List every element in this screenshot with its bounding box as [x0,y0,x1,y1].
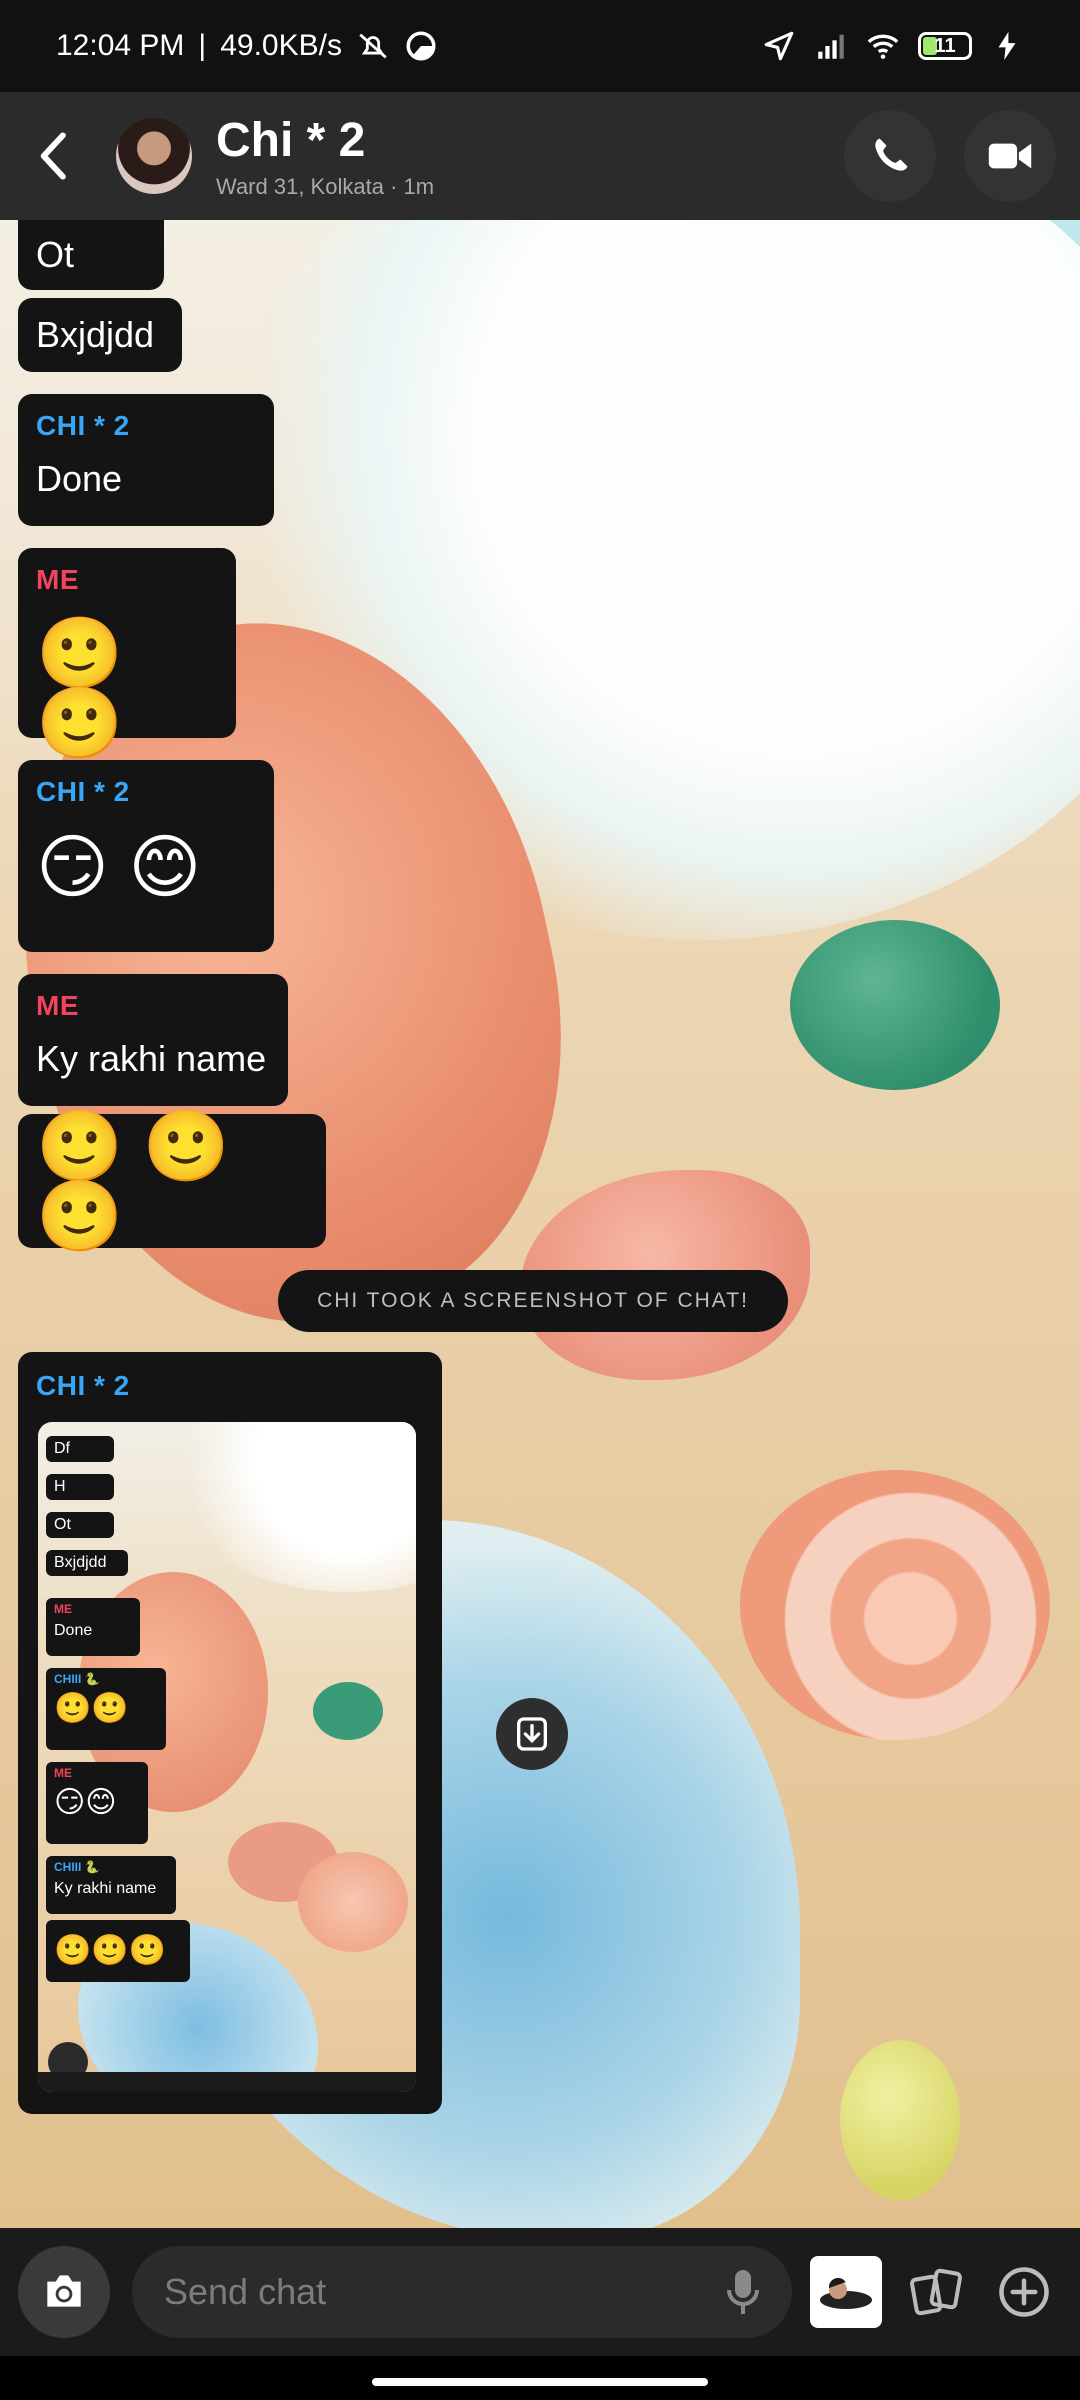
message-bubble[interactable]: Bxjdjdd [18,298,182,372]
message-bubble[interactable]: CHI * 2 Done [18,394,274,526]
preview-item: CHIII 🐍 🙂🙂 [46,1668,166,1750]
save-icon [517,1717,547,1751]
bitmoji-icon [820,2277,872,2309]
screenshot-notice: CHI TOOK A SCREENSHOT OF CHAT! [278,1270,788,1332]
bitmoji-sticker-button[interactable] [810,2256,882,2328]
status-speed: 49.0KB/s [220,29,342,62]
home-indicator[interactable] [372,2378,708,2386]
send-chat-field[interactable] [164,2271,726,2313]
message-text: Done [36,458,123,499]
chat-subtitle: Ward 31, Kolkata · 1m [216,173,435,199]
camera-button[interactable] [18,2246,110,2338]
charging-icon [998,31,1016,61]
battery-indicator: 11 [918,32,972,60]
sender-label: CHI * 2 [36,1370,130,1401]
sender-label: ME [36,990,79,1021]
location-icon [764,31,794,61]
phone-icon [875,138,908,171]
message-bubble[interactable]: 🙂 🙂 🙂 [18,1107,326,1255]
sender-label: CHI * 2 [36,776,130,807]
location-label: Ward 31, Kolkata [216,173,384,199]
preview-item: Ot [46,1512,114,1538]
back-icon [40,132,66,180]
preview-item: Bxjdjdd [46,1550,128,1576]
message-text: Bxjdjdd [36,314,155,355]
preview-item: ME Done [46,1598,140,1656]
wifi-icon [867,34,899,59]
cards-button[interactable] [908,2262,968,2322]
plus-icon [999,2267,1049,2317]
chat-input-bar [0,2228,1080,2356]
camera-icon [47,2275,81,2307]
emoji-message: 😏 😊 [36,828,202,906]
mute-bell-icon [359,33,387,59]
signal-icon [818,34,844,59]
message-bubble[interactable]: ME Ky rakhi name [18,974,288,1106]
cards-icon [910,2268,962,2316]
last-seen: 1m [403,173,435,199]
chat-input[interactable] [132,2246,792,2338]
message-bubble[interactable]: CHI * 2 😏 😊 [18,760,274,952]
message-bubble[interactable]: Ot [18,220,164,290]
video-icon [988,143,1032,169]
preview-item: ME 😏😊 [46,1762,148,1844]
sender-label: ME [36,564,79,595]
preview-item: 🙂🙂🙂 [46,1920,190,1982]
back-button[interactable] [24,116,84,196]
message-text: Ot [36,234,75,275]
snap-thumbnail[interactable]: Df H Ot Bxjdjdd ME Done CHIII 🐍 🙂🙂 ME 😏😊… [38,1422,416,2092]
emoji-message: 🙂 🙂 [36,614,124,762]
data-saver-icon [406,31,436,61]
chat-header: Chi * 2 Ward 31, Kolkata · 1m [0,92,1080,220]
preview-item: CHIII 🐍 Ky rakhi name [46,1856,176,1914]
voice-call-button[interactable] [844,110,936,202]
emoji-message: 🙂 🙂 🙂 [36,1107,230,1255]
chat-title[interactable]: Chi * 2 [216,113,434,168]
status-time: 12:04 PM [56,29,185,62]
video-call-button[interactable] [964,110,1056,202]
add-attachment-button[interactable] [994,2262,1054,2322]
save-snap-button[interactable] [496,1698,568,1770]
mic-icon[interactable] [726,2268,760,2316]
message-bubble[interactable]: ME 🙂 🙂 [18,548,236,758]
avatar[interactable] [116,118,192,194]
preview-item: H [46,1474,114,1500]
status-bar: 12:04 PM | 49.0KB/s 11 [0,0,1080,92]
preview-item: Df [46,1436,114,1462]
message-text: Ky rakhi name [36,1038,267,1079]
sender-label: CHI * 2 [36,410,130,441]
